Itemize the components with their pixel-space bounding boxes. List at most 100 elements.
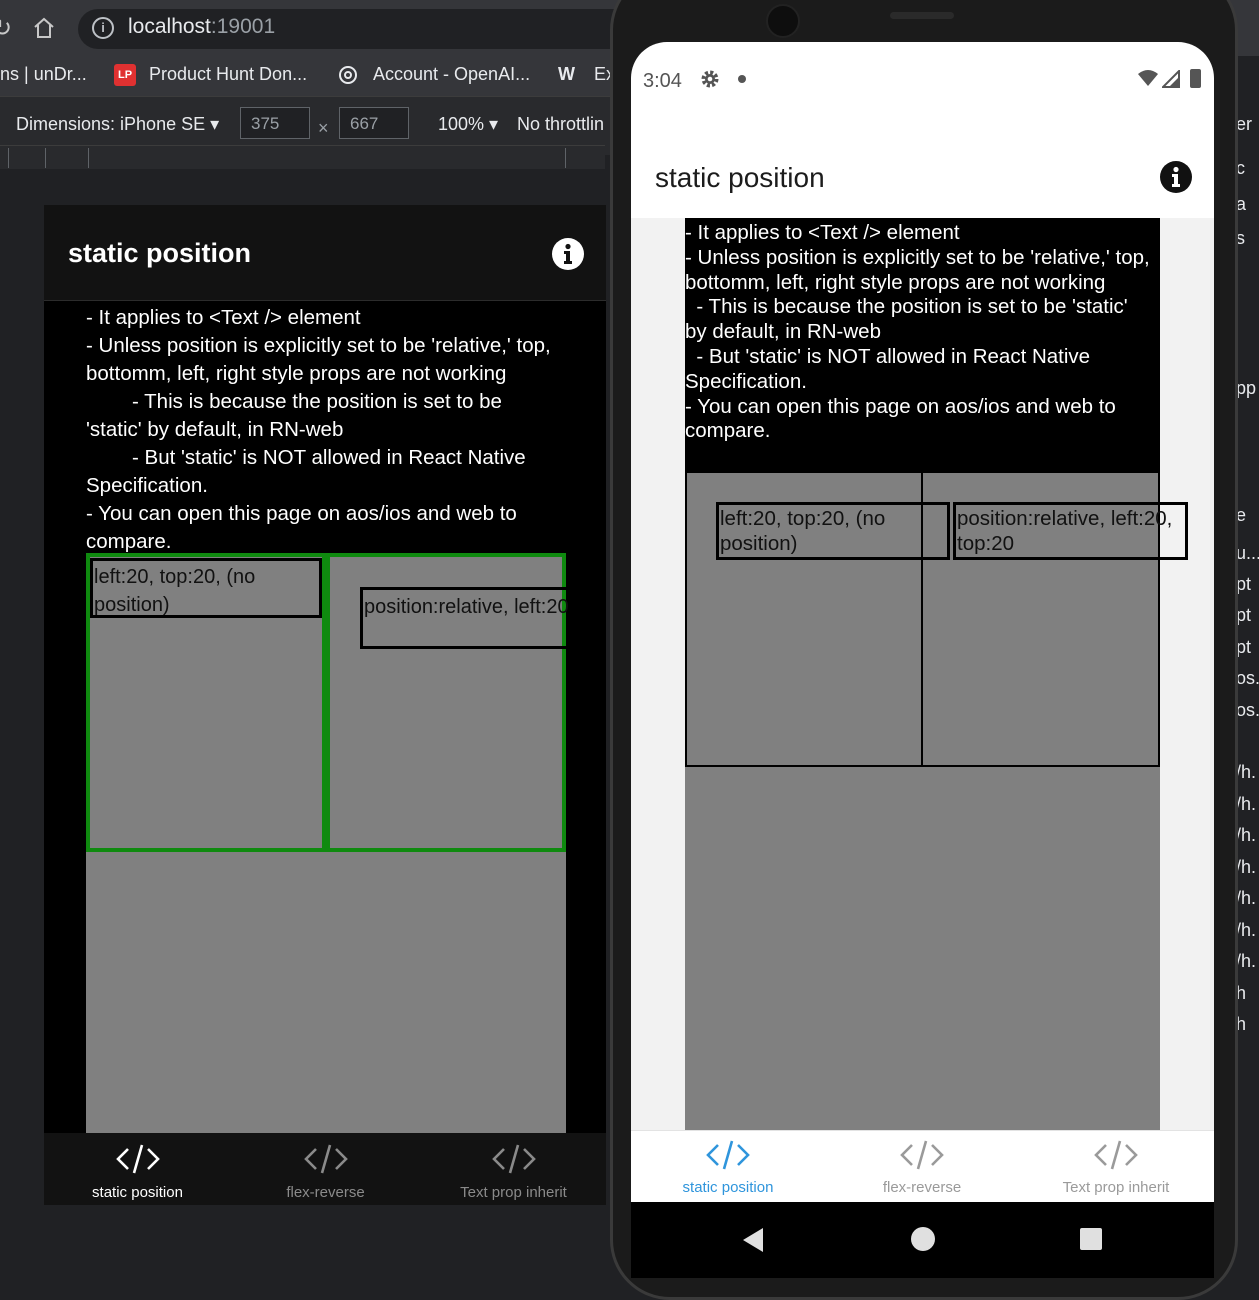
wifi-icon — [1137, 69, 1159, 92]
ruler-tick — [45, 148, 46, 168]
tab-text-prop-inherit[interactable]: Text prop inherit — [420, 1143, 607, 1201]
speaker-grille — [890, 12, 954, 19]
app-description: - It applies to <Text /> element - Unles… — [685, 221, 1165, 444]
description-line: - Unless position is explicitly set to b… — [86, 334, 551, 357]
info-icon[interactable] — [1159, 160, 1193, 199]
tab-label: static position — [682, 1179, 774, 1196]
devtools-snippet: h — [1236, 983, 1247, 1003]
height-input[interactable]: 667 — [339, 107, 409, 139]
gear-icon — [700, 69, 720, 94]
ruler-tick — [565, 148, 566, 168]
tab-label: Text prop inherit — [460, 1184, 567, 1201]
emulation-area-bottom — [0, 1205, 606, 1278]
description-line: - It applies to <Text /> element — [685, 221, 960, 244]
times-sign: × — [318, 118, 329, 138]
tab-label: Text prop inherit — [1062, 1179, 1170, 1196]
devtools-snippet: u... — [1236, 543, 1259, 563]
devtools-snippet: pt — [1236, 605, 1252, 625]
description-line: compare. — [685, 419, 771, 443]
code-icon — [900, 1140, 944, 1170]
description-line: Specification. — [86, 474, 208, 497]
devtools-snippet: /h. — [1236, 794, 1257, 814]
throttle-select[interactable]: No throttlin — [517, 114, 607, 135]
description-line: compare. — [86, 530, 172, 553]
reload-icon[interactable]: ↻ — [0, 14, 12, 43]
width-input[interactable]: 375 — [240, 107, 310, 139]
code-icon — [303, 1144, 348, 1174]
ruler-tick — [88, 148, 89, 168]
media-query-ruler — [0, 145, 605, 170]
info-icon[interactable] — [551, 237, 585, 276]
devtools-snippet: /h. — [1236, 888, 1257, 908]
openai-logo-icon — [337, 64, 359, 86]
app-page-title: static position — [655, 162, 825, 193]
description-line: - But 'static' is NOT allowed in React N… — [685, 344, 1091, 368]
tab-static-position[interactable]: static position — [44, 1143, 231, 1201]
ruler-tick — [8, 148, 9, 168]
devtools-snippet: pt — [1236, 637, 1252, 657]
devtools-snippet: pp — [1236, 378, 1257, 398]
box-label-static: left:20, top:20, (no position) — [716, 502, 950, 560]
devtools-snippet: /h. — [1236, 762, 1257, 782]
notification-dot-icon — [738, 75, 746, 83]
description-line: - But 'static' is NOT allowed in React N… — [132, 446, 526, 469]
description-line: - You can open this page on aos/ios and … — [685, 394, 1116, 418]
code-icon — [115, 1144, 160, 1174]
description-line: - You can open this page on aos/ios and … — [86, 502, 517, 525]
description-line: by default, in RN-web — [685, 320, 881, 344]
devtools-snippet: a — [1236, 194, 1247, 214]
battery-icon — [1190, 69, 1201, 88]
box-label-relative: position:relative, left:20, top:20 — [953, 502, 1188, 560]
devtools-snippet: er — [1236, 114, 1253, 134]
devtools-snippet: os... — [1236, 700, 1259, 720]
tab-label: flex-reverse — [882, 1179, 962, 1196]
code-icon — [1094, 1140, 1138, 1170]
tab-flex-reverse[interactable]: flex-reverse — [825, 1139, 1019, 1196]
devtools-snippet: pt — [1236, 574, 1252, 594]
home-circle-icon[interactable] — [911, 1227, 935, 1251]
site-info-icon[interactable]: i — [92, 17, 114, 39]
status-time: 3:04 — [643, 70, 682, 92]
description-line: - Unless position is explicitly set to b… — [685, 245, 1150, 269]
code-icon — [491, 1144, 536, 1174]
description-line: bottomm, left, right style props are not… — [685, 270, 1106, 294]
bookmark-item[interactable]: Product Hunt Don... — [149, 64, 307, 85]
tab-flex-reverse[interactable]: flex-reverse — [232, 1143, 419, 1201]
description-line: 'static' by default, in RN-web — [86, 418, 344, 441]
web-page-title: static position — [68, 238, 252, 268]
description-line: - This is because the position is set to… — [685, 295, 1128, 319]
description-line: - This is because the position is set to… — [132, 390, 502, 413]
w-logo-icon: W — [558, 64, 575, 84]
lp-logo-icon: LP — [114, 64, 136, 86]
box-label-relative: position:relative, left:20, top:20 — [360, 587, 570, 649]
devtools-snippet: /h. — [1236, 825, 1257, 845]
web-description: - It applies to <Text /> element - Unles… — [86, 304, 566, 556]
tab-text-prop-inherit[interactable]: Text prop inherit — [1019, 1139, 1213, 1196]
dimensions-select[interactable]: Dimensions: iPhone SE ▾ — [16, 114, 219, 135]
devtools-snippet: c — [1236, 158, 1245, 178]
box-label-static: left:20, top:20, (no position) — [90, 558, 322, 618]
devtools-snippet: /h. — [1236, 920, 1257, 940]
description-line: - It applies to <Text /> element — [86, 306, 361, 329]
bookmark-item[interactable]: Account - OpenAI... — [373, 64, 530, 85]
description-line: Specification. — [685, 369, 807, 393]
tab-label: flex-reverse — [286, 1184, 365, 1201]
recents-icon[interactable] — [1080, 1228, 1102, 1250]
devtools-snippet: /h. — [1236, 857, 1257, 877]
description-line: bottomm, left, right style props are not… — [86, 362, 507, 385]
devtools-snippet: os... — [1236, 668, 1259, 688]
zoom-select[interactable]: 100% ▾ — [438, 114, 498, 135]
address-text: localhost:19001 — [128, 15, 276, 38]
back-icon[interactable] — [741, 1227, 765, 1258]
signal-icon — [1160, 68, 1180, 93]
devtools-snippet: /h. — [1236, 951, 1257, 971]
devtools-snippet: e — [1236, 505, 1247, 525]
code-icon — [706, 1140, 750, 1170]
tab-label: static position — [92, 1184, 183, 1201]
devtools-snippet: s — [1236, 228, 1245, 248]
camera-icon — [766, 4, 800, 38]
devtools-snippet: h — [1236, 1014, 1247, 1034]
bookmark-item[interactable]: ns | unDr... — [0, 64, 87, 85]
home-icon[interactable] — [32, 16, 56, 45]
tab-static-position[interactable]: static position — [631, 1139, 825, 1196]
